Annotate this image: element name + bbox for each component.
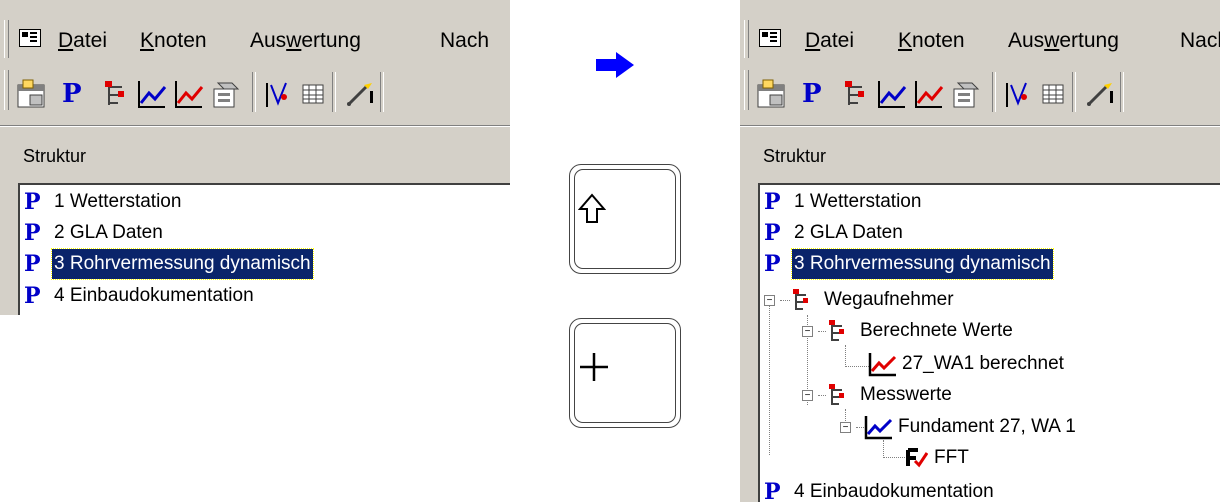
menu-knoten[interactable]: Knoten xyxy=(898,29,965,53)
red-chart-toolbar-icon[interactable] xyxy=(912,77,946,111)
app-menu-icon[interactable] xyxy=(19,29,41,47)
menu-auswertung[interactable]: Auswertung xyxy=(250,29,361,53)
blue-chart-toolbar-icon[interactable] xyxy=(875,77,909,111)
toolbar-grip[interactable] xyxy=(4,70,9,110)
node-icon xyxy=(826,319,848,353)
p-icon: P xyxy=(764,479,781,502)
shift-arrow-icon xyxy=(578,193,606,223)
collapse-toggle[interactable]: − xyxy=(802,326,813,337)
menu-bar: Datei Knoten Auswertung Nach P xyxy=(0,0,510,112)
right-arrow-icon xyxy=(596,52,636,83)
edit-toolbar-icon[interactable] xyxy=(1082,77,1116,111)
table-toolbar-icon[interactable] xyxy=(1038,77,1068,111)
tree-item-label: 1 Wetterstation xyxy=(794,191,922,212)
project-icon[interactable] xyxy=(755,77,789,111)
menubar-grip[interactable] xyxy=(744,20,749,58)
tree-item-label: Berechnete Werte xyxy=(860,320,1013,341)
right-window: Datei Knoten Auswertung Nach P xyxy=(740,0,1220,502)
node-toolbar-icon[interactable] xyxy=(100,77,130,111)
menu-datei[interactable]: Datei xyxy=(805,29,854,53)
project-icon[interactable] xyxy=(15,77,49,111)
properties-toolbar-icon[interactable] xyxy=(210,77,242,111)
plus-key xyxy=(569,318,681,428)
toolbar-grip[interactable] xyxy=(744,70,749,110)
red-chart-toolbar-icon[interactable] xyxy=(172,77,206,111)
blue-chart-icon xyxy=(864,414,894,450)
p-icon: P xyxy=(764,220,781,246)
p-icon: P xyxy=(764,251,781,277)
menu-auswertung[interactable]: Auswertung xyxy=(1008,29,1119,53)
table-toolbar-icon[interactable] xyxy=(298,77,328,111)
structure-tree[interactable]: P 1 Wetterstation P 2 GLA Daten P 3 Rohr… xyxy=(758,183,1220,502)
shift-key xyxy=(569,164,681,274)
p-toolbar-icon[interactable]: P xyxy=(62,77,82,111)
p-toolbar-icon[interactable]: P xyxy=(802,77,822,111)
p-icon: P xyxy=(24,220,41,246)
tree-item-label: 1 Wetterstation xyxy=(54,191,182,212)
fft-icon xyxy=(906,448,929,478)
collapse-toggle[interactable]: − xyxy=(802,390,813,401)
tree-item-label: Fundament 27, WA 1 xyxy=(898,416,1076,437)
menubar-grip[interactable] xyxy=(4,20,9,58)
tree-item-label: 2 GLA Daten xyxy=(794,222,903,243)
plus-icon xyxy=(580,353,608,381)
edit-toolbar-icon[interactable] xyxy=(342,77,376,111)
filter-toolbar-icon[interactable] xyxy=(262,77,292,111)
tree-item-label: Messwerte xyxy=(860,384,952,405)
tree-item-label: 4 Einbaudokumentation xyxy=(54,285,254,306)
structure-tree[interactable]: P 1 Wetterstation P 2 GLA Daten P 3 Rohr… xyxy=(18,183,510,315)
p-icon: P xyxy=(24,189,41,215)
node-toolbar-icon[interactable] xyxy=(840,77,870,111)
node-icon xyxy=(790,288,812,322)
menu-datei[interactable]: Datei xyxy=(58,29,107,53)
p-icon: P xyxy=(24,283,41,309)
menu-bar: Datei Knoten Auswertung Nach P xyxy=(740,0,1220,112)
p-icon: P xyxy=(764,189,781,215)
blue-chart-toolbar-icon[interactable] xyxy=(135,77,169,111)
tree-item-label-selected: 3 Rohrvermessung dynamisch xyxy=(791,248,1054,280)
p-icon: P xyxy=(24,251,41,277)
tree-item-label: Wegaufnehmer xyxy=(824,289,954,310)
filter-toolbar-icon[interactable] xyxy=(1002,77,1032,111)
node-icon xyxy=(826,383,848,417)
menu-nach[interactable]: Nach xyxy=(1180,29,1220,53)
structure-label: Struktur xyxy=(23,146,87,166)
tree-item-label-selected: 3 Rohrvermessung dynamisch xyxy=(51,248,314,280)
tree-item-label: 27_WA1 berechnet xyxy=(902,353,1064,374)
properties-toolbar-icon[interactable] xyxy=(950,77,982,111)
tree-item-label: 4 Einbaudokumentation xyxy=(794,481,994,502)
tree-item-label: 2 GLA Daten xyxy=(54,222,163,243)
tree-item-label: FFT xyxy=(934,447,969,468)
menu-nach[interactable]: Nach xyxy=(440,29,489,53)
menu-knoten[interactable]: Knoten xyxy=(140,29,207,53)
structure-label: Struktur xyxy=(763,146,827,166)
collapse-toggle[interactable]: − xyxy=(764,295,775,306)
collapse-toggle[interactable]: − xyxy=(840,422,851,433)
app-menu-icon[interactable] xyxy=(759,29,781,47)
left-window: Datei Knoten Auswertung Nach P Struktur … xyxy=(0,0,510,315)
